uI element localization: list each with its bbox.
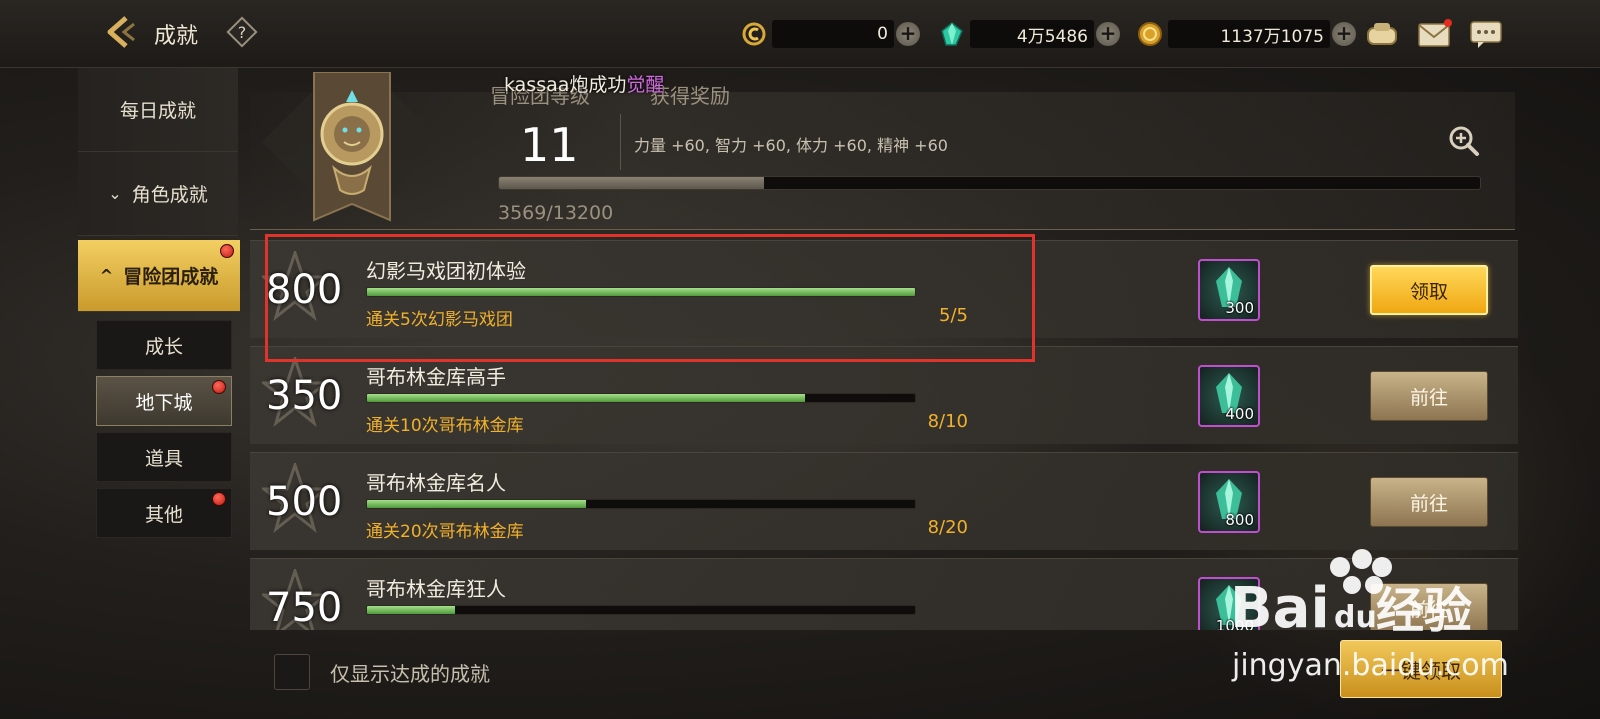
nav-sub-label: 地下城 xyxy=(135,391,193,414)
watermark-url: jingyan.baidu.com xyxy=(1232,648,1509,683)
currency-gem: 4万5486 + xyxy=(938,20,1120,48)
reward-quantity: 400 xyxy=(1225,405,1254,423)
divider xyxy=(620,114,621,170)
achievement-desc: 通关5次幻影马戏团 xyxy=(366,310,513,330)
achievement-title: 哥布林金库高手 xyxy=(366,365,506,389)
nav-daily-achievements[interactable]: 每日成就 xyxy=(78,68,238,152)
exp-progress-bar xyxy=(498,176,1481,190)
achievement-row: 350 哥布林金库高手 通关10次哥布林金库 8/10 400 前往 xyxy=(250,346,1518,444)
achievement-progress-fill xyxy=(367,394,806,402)
achievement-points: 800 xyxy=(266,267,343,313)
reward-quantity: 800 xyxy=(1225,511,1254,529)
watermark-brand-suffix: 经验 xyxy=(1376,583,1472,639)
goto-button[interactable]: 前往 xyxy=(1370,371,1488,421)
achievement-progress-bar xyxy=(366,605,916,615)
adventure-level: 11 xyxy=(520,118,579,172)
achievement-points: 500 xyxy=(266,479,343,525)
currency-value: 1137万1075 xyxy=(1168,20,1330,48)
notification-dot xyxy=(220,244,234,258)
achievement-row: 800 幻影马戏团初体验 通关5次幻影马戏团 5/5 300 领取 xyxy=(250,240,1518,338)
page-title: 成就 xyxy=(154,24,199,49)
reward-item[interactable]: 800 xyxy=(1198,471,1260,533)
achievement-desc: 通关20次哥布林金库 xyxy=(366,522,524,542)
achievement-title: 哥布林金库名人 xyxy=(366,471,506,495)
notification-dot xyxy=(212,492,226,506)
svg-text:?: ? xyxy=(238,23,247,42)
achievement-title: 幻影马戏团初体验 xyxy=(366,259,526,283)
level-reward-text: 力量 +60, 智力 +60, 体力 +60, 精神 +60 xyxy=(634,136,948,155)
gem-icon xyxy=(941,22,963,46)
achievement-count: 5/5 xyxy=(939,305,968,326)
nav-sub-label: 成长 xyxy=(144,335,183,358)
achievement-title: 哥布林金库狂人 xyxy=(366,577,506,601)
add-gold-button[interactable]: + xyxy=(1332,22,1356,46)
chevron-down-icon: ⌄ xyxy=(108,184,122,203)
lion-emblem-icon xyxy=(262,72,442,222)
wallet-icon[interactable] xyxy=(1364,18,1400,50)
achievement-points: 750 xyxy=(266,585,343,630)
achievement-progress-fill xyxy=(367,288,915,296)
gold-coin-icon xyxy=(1138,22,1162,46)
currency-value: 0 xyxy=(772,20,894,48)
add-gem-button[interactable]: + xyxy=(1096,22,1120,46)
watermark-brand-du: du xyxy=(1334,600,1377,635)
currency-gold: 1137万1075 + xyxy=(1136,20,1356,48)
nav-label: 冒险团成就 xyxy=(123,266,219,288)
achievement-progress-bar xyxy=(366,287,916,297)
exp-text: 3569/13200 xyxy=(498,202,614,224)
exp-progress-fill xyxy=(499,177,765,189)
achievement-progress-bar xyxy=(366,393,916,403)
mail-icon[interactable] xyxy=(1416,18,1452,50)
show-completed-checkbox[interactable] xyxy=(274,654,310,690)
system-notice: kassaa炮成功觉醒 xyxy=(504,70,664,97)
top-bar: 成就 ? 0 + 4万5486 + 1137万1075 + xyxy=(0,0,1600,68)
achievement-row: 500 哥布林金库名人 通关20次哥布林金库 8/20 800 前往 xyxy=(250,452,1518,550)
reward-item[interactable]: 400 xyxy=(1198,365,1260,427)
achievement-desc: 通关10次哥布林金库 xyxy=(366,416,524,436)
notice-prefix: kassaa炮成功 xyxy=(504,74,627,96)
help-icon[interactable]: ? xyxy=(226,16,258,48)
achievement-progress-bar xyxy=(366,499,916,509)
currency-coupon: 0 + xyxy=(740,20,920,48)
achievement-progress-fill xyxy=(367,500,587,508)
watermark-brand: Bai xyxy=(1230,576,1330,641)
reward-item[interactable]: 300 xyxy=(1198,259,1260,321)
achievement-points: 350 xyxy=(266,373,343,419)
nav-adventure-team-achievements[interactable]: ^ 冒险团成就 xyxy=(78,240,240,312)
chat-icon[interactable] xyxy=(1468,18,1504,50)
nav-label: 角色成就 xyxy=(131,184,208,206)
notification-dot xyxy=(212,380,226,394)
baidu-jingyan-watermark: Bai du 经验 xyxy=(1230,549,1472,641)
coin-c-icon xyxy=(742,22,766,46)
zoom-in-icon[interactable] xyxy=(1447,124,1481,158)
nav-sub-items[interactable]: 道具 xyxy=(96,432,232,482)
nav-character-achievements[interactable]: ⌄ 角色成就 xyxy=(78,152,238,236)
add-coupon-button[interactable]: + xyxy=(896,22,920,46)
nav-sub-label: 道具 xyxy=(144,447,183,470)
nav-sub-growth[interactable]: 成长 xyxy=(96,320,232,370)
chevron-up-icon: ^ xyxy=(99,266,114,285)
nav-sub-label: 其他 xyxy=(144,503,183,526)
nav-label: 每日成就 xyxy=(119,100,196,122)
achievement-count: 8/10 xyxy=(927,411,968,432)
achievement-progress-fill xyxy=(367,606,455,614)
back-arrow-icon[interactable] xyxy=(100,12,140,52)
currency-value: 4万5486 xyxy=(970,20,1094,48)
claim-button[interactable]: 领取 xyxy=(1370,265,1488,315)
notice-highlight: 觉醒 xyxy=(626,74,665,96)
reward-quantity: 300 xyxy=(1225,299,1254,317)
show-completed-label: 仅显示达成的成就 xyxy=(330,662,490,686)
achievement-count: 8/20 xyxy=(927,517,968,538)
goto-button[interactable]: 前往 xyxy=(1370,477,1488,527)
